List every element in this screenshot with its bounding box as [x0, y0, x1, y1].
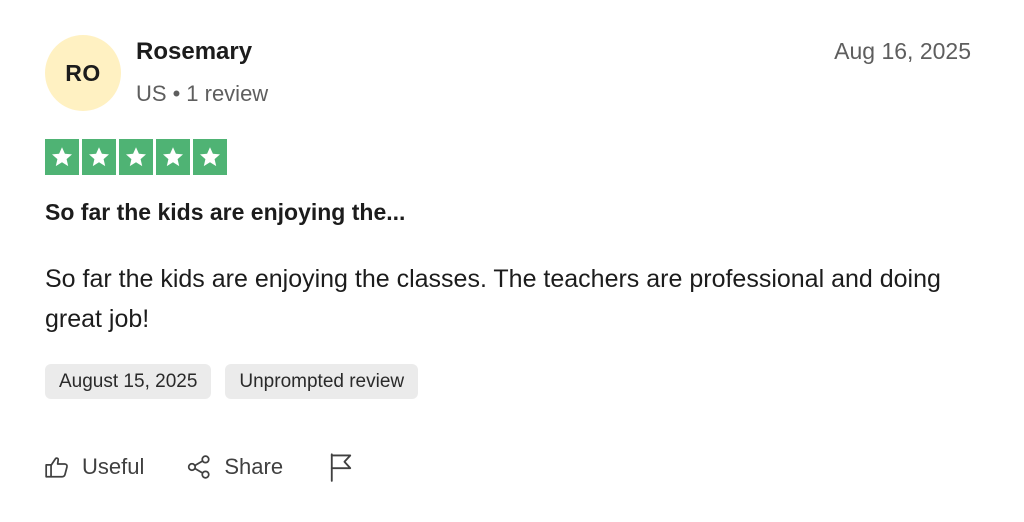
experience-date-badge: August 15, 2025 — [45, 364, 212, 399]
star-icon — [45, 139, 79, 175]
flag-icon — [327, 452, 355, 482]
review-type-badge[interactable]: Unprompted review — [225, 364, 419, 399]
review-tags: August 15, 2025 Unprompted review — [45, 364, 419, 399]
reviewer-country: US — [136, 81, 167, 106]
share-icon — [186, 454, 212, 480]
star-icon — [156, 139, 190, 175]
report-button[interactable] — [327, 452, 355, 482]
avatar-initials: RO — [65, 59, 101, 86]
star-icon — [119, 139, 153, 175]
star-icon — [193, 139, 227, 175]
useful-label: Useful — [82, 454, 145, 479]
star-rating — [45, 139, 227, 175]
share-label: Share — [224, 454, 284, 479]
star-icon — [82, 139, 116, 175]
review-actions: Useful Share — [44, 452, 355, 482]
reviewer-review-count: 1 review — [186, 81, 269, 106]
useful-button[interactable]: Useful — [44, 454, 144, 480]
reviewer-meta: US • 1 review — [136, 81, 268, 107]
review-body: So far the kids are enjoying the classes… — [45, 265, 941, 333]
share-button[interactable]: Share — [186, 454, 283, 480]
thumbs-up-icon — [44, 454, 70, 480]
review-title[interactable]: So far the kids are enjoying the... — [45, 199, 405, 226]
review-card: RO Rosemary US • 1 review Aug 16, 2025 S… — [0, 0, 1024, 522]
meta-separator: • — [172, 81, 181, 106]
avatar: RO — [45, 35, 121, 111]
review-posted-date: Aug 16, 2025 — [834, 38, 971, 64]
reviewer-name[interactable]: Rosemary — [136, 38, 252, 66]
